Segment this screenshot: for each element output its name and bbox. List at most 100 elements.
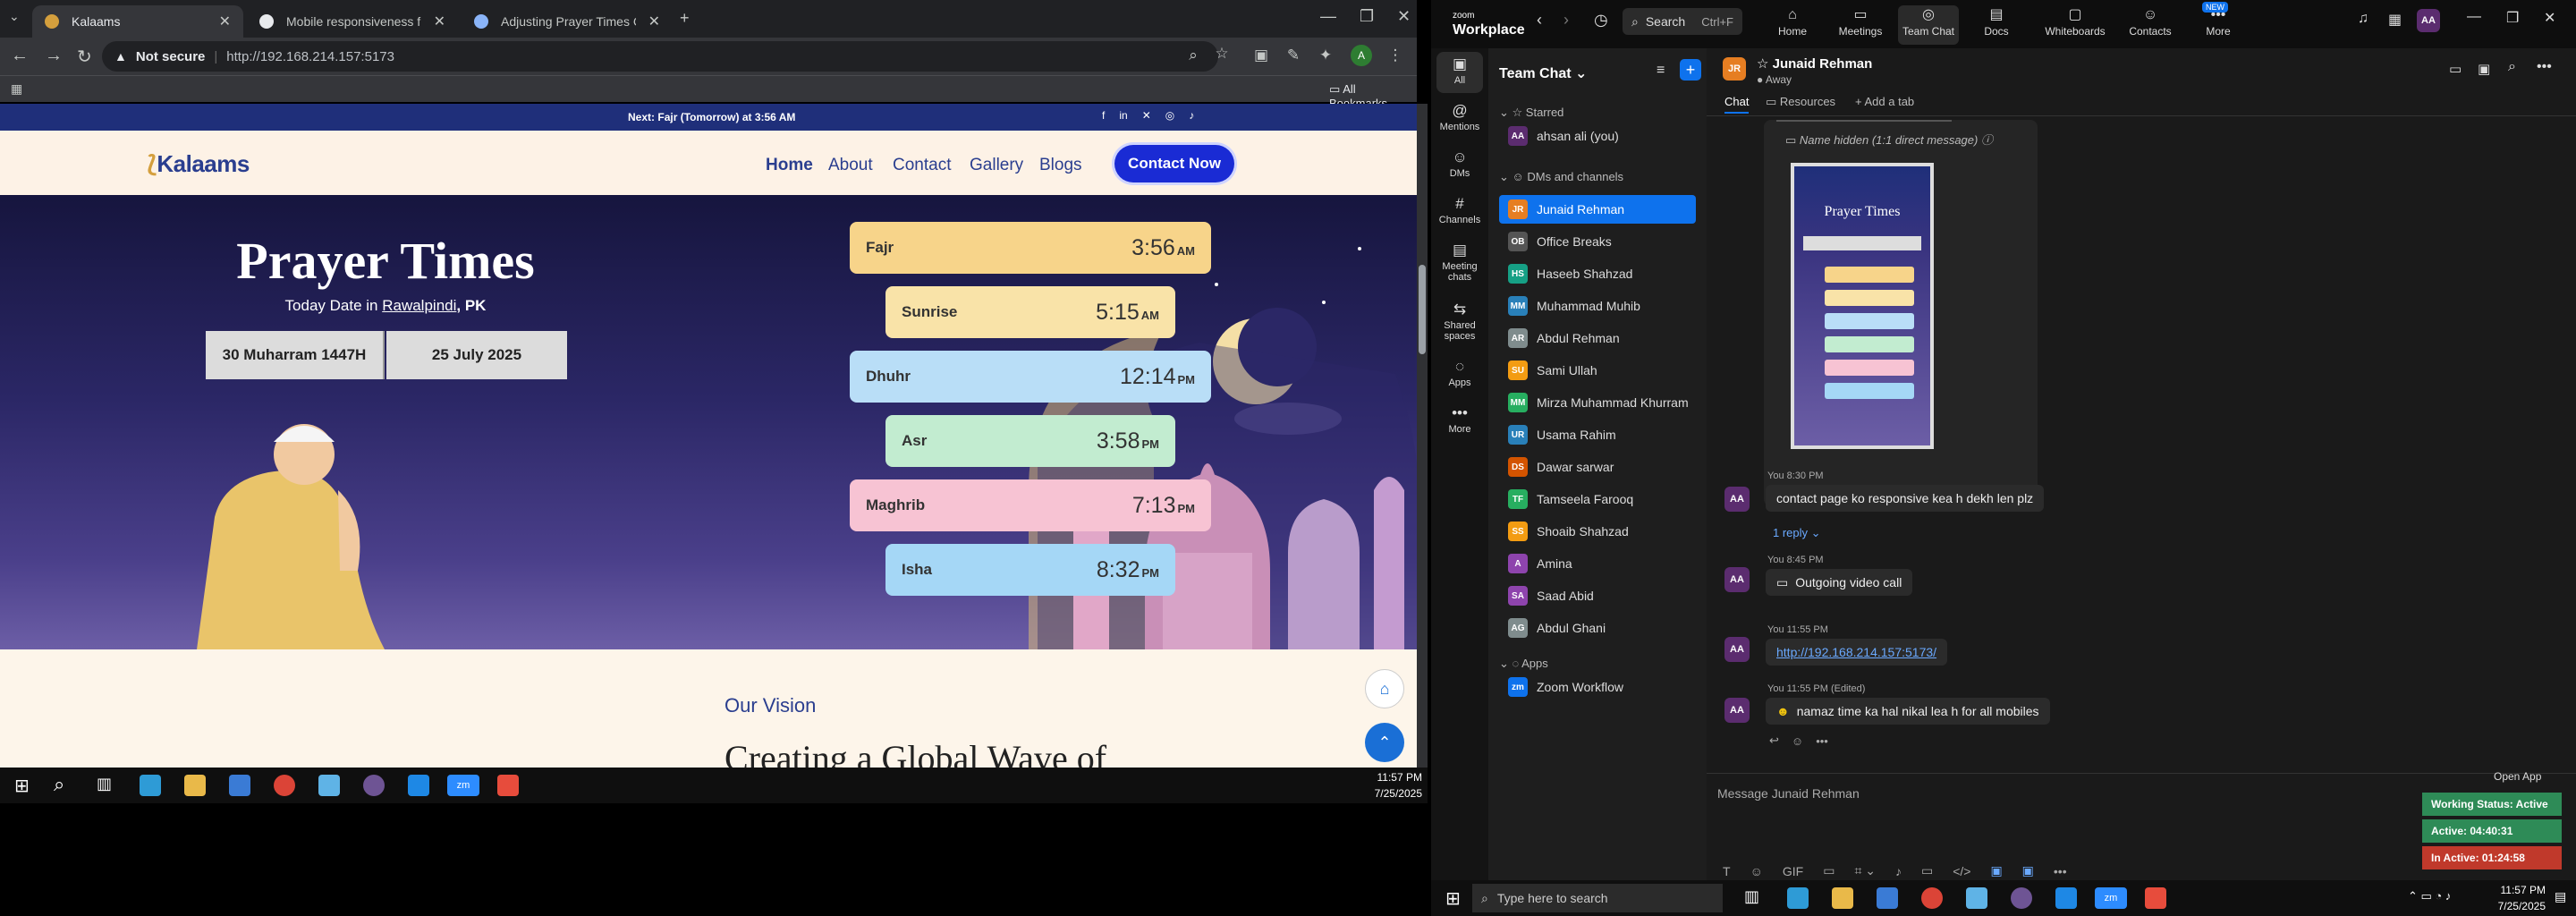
bell-icon[interactable]: ♫ xyxy=(2358,11,2368,27)
screenshot-icon[interactable]: ⌗ ⌄ xyxy=(1854,863,1876,878)
video-message-icon[interactable]: ▭ xyxy=(1921,863,1933,878)
tab-mobile-fix[interactable]: Mobile responsiveness fix ✕ xyxy=(247,5,458,38)
instagram-icon[interactable]: ◎ xyxy=(1165,109,1174,122)
restore-icon[interactable]: ❐ xyxy=(2506,9,2519,27)
back-icon[interactable]: ← xyxy=(11,46,29,66)
message-bubble[interactable]: contact page ko responsive kea h dekh le… xyxy=(1766,485,2045,512)
tab-whiteboards[interactable]: ▢ Whiteboards xyxy=(2039,5,2111,45)
contact-name[interactable]: ☆ Junaid Rehman xyxy=(1757,55,1872,72)
chat-tab-resources[interactable]: ▭ Resources xyxy=(1766,95,1835,109)
contact-avatar[interactable]: JR xyxy=(1723,57,1746,81)
taskbar-clock[interactable]: 11:57 PM 7/25/2025 xyxy=(2474,882,2546,914)
close-tab-icon[interactable]: ✕ xyxy=(219,13,231,30)
format-icon[interactable]: T xyxy=(1723,864,1731,878)
close-window-icon[interactable]: ✕ xyxy=(1397,7,1411,26)
list-item[interactable]: AG Abdul Ghani xyxy=(1499,614,1696,642)
tab-adjusting-prayer[interactable]: Adjusting Prayer Times Contain ✕ xyxy=(462,5,673,38)
reply-icon[interactable]: ↩ xyxy=(1769,734,1779,748)
list-item[interactable]: SS Shoaib Shahzad xyxy=(1499,517,1696,546)
reaction-icon[interactable]: ☺ xyxy=(1792,734,1803,748)
notification-icon[interactable]: ▤ xyxy=(2555,889,2566,904)
store-icon[interactable] xyxy=(229,775,250,796)
open-app-button[interactable]: Open App xyxy=(2494,770,2541,783)
nav-blogs[interactable]: Blogs xyxy=(1039,156,1082,175)
tiktok-icon[interactable]: ♪ xyxy=(1189,109,1194,122)
rail-dms[interactable]: ☺ DMs xyxy=(1431,148,1488,179)
profile-avatar[interactable]: A xyxy=(1351,45,1372,66)
close-window-icon[interactable]: ✕ xyxy=(2544,9,2555,27)
address-bar[interactable]: ▲ Not secure | http://192.168.214.157:51… xyxy=(102,41,1218,72)
list-item[interactable]: MM Muhammad Muhib xyxy=(1499,292,1696,320)
windows-start-icon[interactable]: ⊞ xyxy=(1445,887,1461,910)
search-icon[interactable]: ⌕ xyxy=(2508,59,2516,75)
vscode-icon[interactable] xyxy=(2055,887,2077,909)
avatar[interactable]: AA xyxy=(1724,487,1750,512)
zoom-taskbar-icon[interactable]: zm xyxy=(2095,887,2127,909)
rail-channels[interactable]: # Channels xyxy=(1431,195,1488,225)
site-logo[interactable]: ⟅Kalaams xyxy=(147,150,250,178)
list-item[interactable]: JR Junaid Rehman xyxy=(1499,195,1696,224)
app-icon[interactable] xyxy=(2145,887,2166,909)
avatar[interactable]: AA xyxy=(1724,637,1750,662)
list-item[interactable]: DS Dawar sarwar xyxy=(1499,453,1696,481)
video-icon[interactable]: ▭ xyxy=(2449,61,2462,77)
calendar-icon[interactable]: ▦ xyxy=(2388,11,2402,29)
rail-all[interactable]: ▣ All xyxy=(1436,52,1483,93)
whiteboard-icon[interactable]: ▣ xyxy=(1990,863,2002,878)
vscode-icon[interactable] xyxy=(408,775,429,796)
message-bubble[interactable]: ▭ Outgoing video call xyxy=(1766,569,1913,596)
list-item[interactable]: SU Sami Ullah xyxy=(1499,356,1696,385)
contact-now-button[interactable]: Contact Now xyxy=(1114,145,1234,182)
file-explorer-icon[interactable] xyxy=(1832,887,1853,909)
search-icon[interactable]: ⌕ xyxy=(54,773,64,796)
file-icon[interactable]: ▭ xyxy=(1823,863,1835,878)
app-icon[interactable] xyxy=(497,775,519,796)
avatar[interactable]: AA xyxy=(1724,567,1750,592)
list-item[interactable]: A Amina xyxy=(1499,549,1696,578)
page-scrollbar[interactable] xyxy=(1417,104,1428,768)
close-tab-icon[interactable]: ✕ xyxy=(648,13,660,30)
team-chat-title[interactable]: Team Chat ⌄ xyxy=(1499,64,1587,82)
message-bubble[interactable]: ☻ namaz time ka hal nikal lea h for all m… xyxy=(1766,698,2050,725)
tray-icons[interactable]: ⌃ ▭ ◔ ♪ xyxy=(2408,889,2451,903)
emoji-icon[interactable]: ☺ xyxy=(1750,864,1763,878)
close-tab-icon[interactable]: ✕ xyxy=(434,13,445,30)
minimize-icon[interactable]: — xyxy=(1320,7,1336,26)
history-icon[interactable]: ◷ xyxy=(1594,11,1608,30)
list-item[interactable]: MM Mirza Muhammad Khurram xyxy=(1499,388,1696,417)
message-link[interactable]: http://192.168.214.157:5173/ xyxy=(1766,639,1948,666)
reload-icon[interactable]: ↻ xyxy=(77,46,92,68)
zoom-search[interactable]: ⌕ Search Ctrl+F xyxy=(1623,8,1742,35)
tab-contacts[interactable]: ☺ Contacts xyxy=(2120,5,2181,45)
list-item[interactable]: UR Usama Rahim xyxy=(1499,420,1696,449)
microphone-icon[interactable]: ♪ xyxy=(1895,864,1902,878)
rail-shared-spaces[interactable]: ⇆ Shared spaces xyxy=(1431,301,1488,342)
github-icon[interactable] xyxy=(363,775,385,796)
minimize-icon[interactable]: — xyxy=(2467,9,2481,25)
user-avatar[interactable]: AA xyxy=(2417,9,2440,32)
list-item[interactable]: AA ahsan ali (you) xyxy=(1499,122,1696,150)
screen-icon[interactable]: ▣ xyxy=(2478,61,2490,77)
nav-contact[interactable]: Contact xyxy=(893,156,951,175)
rail-mentions[interactable]: @ Mentions xyxy=(1431,102,1488,132)
scroll-top-button-icon[interactable]: ⌃ xyxy=(1365,723,1404,762)
back-icon[interactable]: ‹ xyxy=(1537,11,1542,30)
add-tab-button[interactable]: + Add a tab xyxy=(1855,95,1914,108)
tab-meetings[interactable]: ▭ Meetings xyxy=(1830,5,1891,45)
code-icon[interactable]: </> xyxy=(1953,864,1970,878)
app-icon[interactable] xyxy=(318,775,340,796)
rail-meeting-chats[interactable]: ▤ Meeting chats xyxy=(1431,242,1488,283)
zoom-app-icon[interactable]: ▣ xyxy=(2022,863,2034,878)
shared-image-card[interactable]: ▭ Name hidden (1:1 direct message) ⓘ Pra… xyxy=(1764,120,2038,506)
app-icon[interactable] xyxy=(1966,887,1987,909)
zoom-taskbar-icon[interactable]: zm xyxy=(447,775,479,796)
zoom-icon[interactable]: ⌕ xyxy=(1182,45,1204,66)
star-icon[interactable]: ☆ xyxy=(1211,43,1233,64)
pen-icon[interactable]: ✎ xyxy=(1283,45,1304,66)
not-secure-label[interactable]: Not secure xyxy=(136,49,206,64)
section-starred[interactable]: ⌄ ☆ Starred xyxy=(1499,106,1563,120)
city-link[interactable]: Rawalpindi xyxy=(382,297,456,314)
rail-more[interactable]: ••• More xyxy=(1431,404,1488,435)
apps-grid-icon[interactable]: ▦ xyxy=(11,81,22,97)
forward-icon[interactable]: → xyxy=(45,46,63,66)
